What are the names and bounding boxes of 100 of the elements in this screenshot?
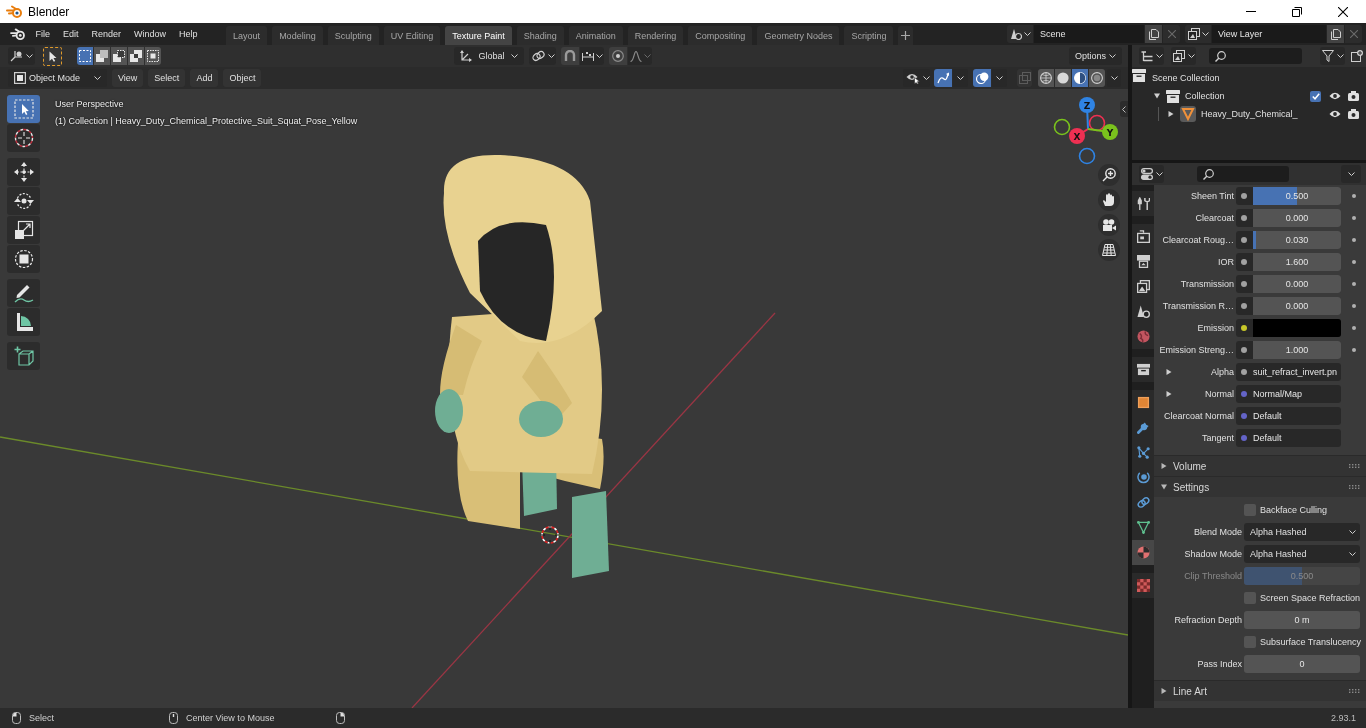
value-slider[interactable]: 0.030 (1253, 231, 1341, 249)
falloff-dropdown[interactable] (628, 47, 652, 65)
drag-handle-icon[interactable] (1349, 689, 1360, 693)
selection-mode-button[interactable] (94, 47, 110, 65)
drag-handle-icon[interactable] (1349, 464, 1360, 468)
workspace-tab[interactable]: Rendering (627, 26, 684, 45)
wireframe-shading-button[interactable] (1038, 69, 1054, 87)
pivot-point-dropdown[interactable] (529, 47, 556, 65)
color-swatch[interactable] (1253, 319, 1341, 337)
dropdown[interactable]: Alpha Hashed (1244, 523, 1360, 541)
workspace-tab[interactable]: Sculpting (327, 26, 379, 45)
menu-item[interactable]: Window (127, 23, 173, 45)
link-field[interactable]: Default (1236, 429, 1341, 447)
keyframe-dot-icon[interactable] (1351, 238, 1356, 242)
menu-item[interactable]: Edit (56, 23, 86, 45)
filter-dropdown[interactable] (1320, 47, 1345, 65)
selection-mode-button[interactable] (111, 47, 127, 65)
negative-axis-handle[interactable] (1053, 118, 1071, 136)
measure-tool-button[interactable] (7, 308, 40, 336)
menu-item[interactable]: Help (172, 23, 205, 45)
workspace-tab[interactable]: Layout (226, 26, 268, 45)
shading-options-dropdown[interactable] (1107, 69, 1121, 87)
panel-header[interactable]: Line Art (1154, 680, 1366, 701)
menu-item[interactable]: Select (148, 69, 186, 87)
tree-item-label[interactable]: Collection (1185, 91, 1225, 101)
rendered-shading-button[interactable] (1089, 69, 1105, 87)
keyframe-dot-icon[interactable] (1351, 216, 1356, 220)
snap-target-dropdown[interactable] (580, 47, 604, 65)
transform-tool-button[interactable] (7, 245, 40, 273)
perspective-toggle-button[interactable] (1098, 239, 1120, 261)
checkbox-label[interactable]: Backface Culling (1260, 505, 1328, 515)
axis-handle[interactable]: Z (1079, 97, 1095, 130)
disclosure-triangle-icon[interactable] (1154, 93, 1160, 99)
negative-axis-handle[interactable] (1088, 114, 1106, 132)
checkbox[interactable] (1244, 592, 1256, 604)
scene-name-field[interactable]: Scene (1034, 25, 1144, 43)
display-mode-dropdown[interactable] (1139, 47, 1164, 65)
camera-view-button[interactable] (1098, 214, 1120, 236)
add-workspace-button[interactable] (898, 26, 914, 45)
menu-item[interactable]: Render (85, 23, 128, 45)
scene-browse-button[interactable] (1007, 25, 1033, 43)
camera-icon[interactable] (1348, 91, 1359, 101)
number-field[interactable]: 1.000 (1253, 341, 1341, 359)
sidebar-toggle-button[interactable] (1120, 101, 1128, 117)
material-preview-button[interactable] (1072, 69, 1088, 87)
link-field[interactable]: Default (1236, 407, 1341, 425)
selection-mode-button[interactable] (77, 47, 93, 65)
zoom-view-button[interactable] (1098, 164, 1120, 186)
solid-shading-button[interactable] (1055, 69, 1071, 87)
snap-toggle[interactable] (561, 47, 579, 65)
move-tool-button[interactable] (7, 158, 40, 186)
workspace-tab[interactable]: Texture Paint (445, 26, 512, 45)
checkbox-label[interactable]: Subsurface Translucency (1260, 637, 1362, 647)
options-dropdown[interactable]: Options (1068, 47, 1122, 65)
menu-item[interactable]: Object (223, 69, 262, 87)
value-slider[interactable]: 0.500 (1253, 187, 1341, 205)
value-slider[interactable]: 0.000 (1253, 275, 1341, 293)
workspace-tab[interactable]: Compositing (688, 26, 753, 45)
link-field[interactable]: Normal/Map (1236, 385, 1341, 403)
annotate-tool-button[interactable] (7, 279, 40, 307)
overlays-toggle[interactable] (973, 69, 991, 87)
selection-mode-button[interactable] (128, 47, 144, 65)
value-slider[interactable]: 0.000 (1253, 297, 1341, 315)
workspace-tab[interactable]: Scripting (844, 26, 894, 45)
transform-orientation-dropdown[interactable]: Global (454, 47, 524, 65)
scale-tool-button[interactable] (7, 216, 40, 244)
negative-axis-handle[interactable] (1078, 147, 1096, 165)
eye-icon[interactable] (1329, 92, 1341, 100)
checkbox[interactable] (1244, 504, 1256, 516)
checkbox[interactable] (1244, 636, 1256, 648)
disclosure-triangle-icon[interactable] (1168, 111, 1174, 117)
number-field[interactable]: 1.600 (1253, 253, 1341, 271)
keyframe-dot-icon[interactable] (1351, 326, 1356, 330)
eye-icon[interactable] (1329, 110, 1341, 118)
dropdown[interactable]: Alpha Hashed (1244, 545, 1360, 563)
workspace-tab[interactable]: Modeling (272, 26, 323, 45)
active-tool-button[interactable] (43, 46, 62, 66)
editor-type-button[interactable] (8, 47, 35, 65)
link-field[interactable]: suit_refract_invert.pn (1236, 363, 1341, 381)
cursor-tool-button[interactable] (7, 124, 40, 152)
search-field[interactable] (1209, 48, 1302, 64)
exclude-checkbox[interactable] (1310, 90, 1321, 102)
pan-view-button[interactable] (1098, 189, 1120, 211)
mode-dropdown[interactable]: Object Mode (8, 69, 107, 87)
tree-item-label[interactable]: Scene Collection (1152, 73, 1220, 83)
keyframe-dot-icon[interactable] (1351, 348, 1356, 352)
workspace-tab[interactable]: UV Editing (383, 26, 441, 45)
keyframe-dot-icon[interactable] (1351, 260, 1356, 264)
view-layer-filter-dropdown[interactable] (1171, 47, 1196, 65)
material-tab[interactable] (1132, 540, 1154, 565)
workspace-tab[interactable]: Animation (568, 26, 623, 45)
expand-arrow-icon[interactable] (1166, 391, 1172, 397)
editor-type-button[interactable] (1139, 165, 1164, 183)
view-layer-name-field[interactable]: View Layer (1212, 25, 1326, 43)
search-field[interactable] (1197, 166, 1289, 182)
rotate-tool-button[interactable] (7, 187, 40, 215)
gizmo-toggle[interactable] (934, 69, 952, 87)
new-collection-button[interactable] (1350, 47, 1364, 65)
drag-handle-icon[interactable] (1349, 485, 1360, 489)
xray-toggle[interactable] (1017, 69, 1032, 87)
